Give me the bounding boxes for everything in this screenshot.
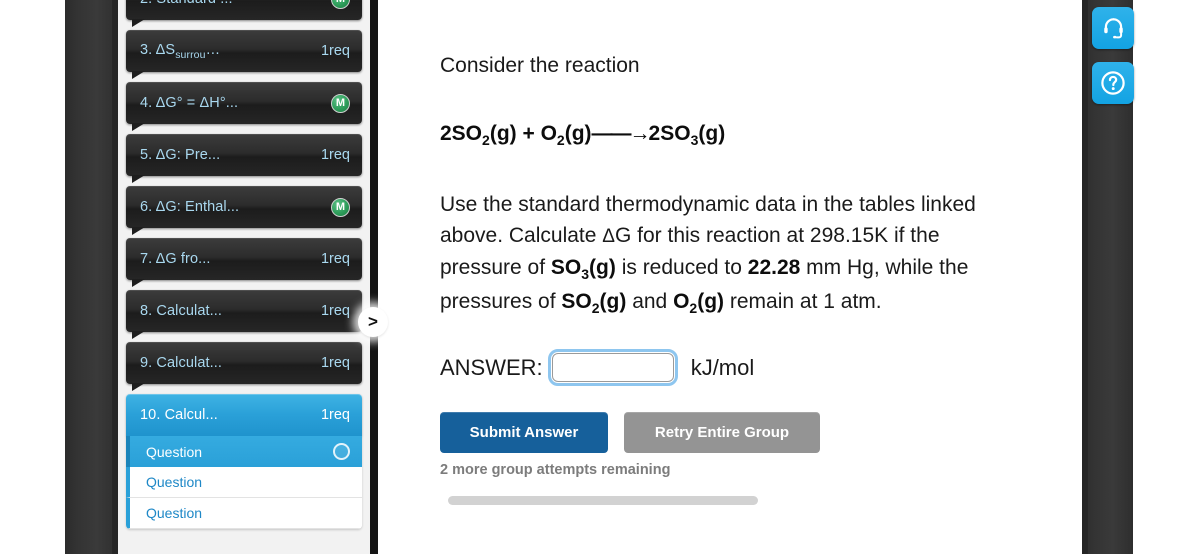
answer-unit: kJ/mol — [690, 354, 755, 380]
mastery-m-icon: M — [331, 0, 350, 9]
question-content-panel: Consider the reaction 2SO2(g) + O2(g)——→… — [378, 0, 1060, 554]
sidebar-item-label: 9. Calculat... — [140, 355, 222, 371]
left-chrome-rail — [65, 0, 118, 554]
mastery-badge-icon: M — [331, 93, 350, 113]
sidebar-item-2[interactable]: 2. Standard ... M — [126, 0, 362, 27]
sidebar-sub-item-1[interactable]: Question — [126, 436, 362, 467]
sidebar-item-10[interactable]: 10. Calcul... 1req — [126, 394, 362, 443]
sidebar-item-label: 2. Standard ... — [140, 0, 233, 7]
right-rail-edge — [1082, 0, 1088, 554]
chemical-equation: 2SO2(g) + O2(g)——→2SO3(g) — [440, 122, 726, 149]
retry-entire-group-button[interactable]: Retry Entire Group — [624, 412, 820, 454]
required-count-label: 1req — [320, 147, 350, 163]
question-list-sidebar[interactable]: 2. Standard ... M 3. ΔSsurrou… 1req 4. ΔG° =… — [118, 0, 370, 554]
support-headset-button[interactable] — [1092, 7, 1134, 49]
required-count-label: 1req — [320, 303, 350, 319]
sidebar-sub-item-label: Question — [146, 443, 203, 460]
mastery-m-icon: M — [331, 197, 350, 217]
question-page: 2. Standard ... M 3. ΔSsurrou… 1req 4. ΔG° =… — [0, 0, 1200, 554]
sidebar-item-label: 6. ΔG: Enthal... — [140, 199, 240, 215]
sidebar-item-label: 7. ΔG fro... — [140, 251, 211, 267]
sidebar-sub-item-label: Question — [146, 474, 203, 490]
action-button-row: Submit Answer Retry Entire Group — [440, 412, 1060, 454]
sidebar-sub-item-label: Question — [146, 505, 203, 521]
sidebar-sub-item-status — [333, 443, 350, 460]
sidebar-item-3[interactable]: 3. ΔSsurrou… 1req — [126, 30, 362, 79]
help-question-button[interactable] — [1092, 62, 1134, 104]
sidebar-item-label: 5. ΔG: Pre... — [140, 147, 221, 163]
mastery-m-icon: M — [331, 93, 350, 113]
required-count-label: 1req — [320, 43, 350, 59]
sidebar-item-label: 3. ΔSsurrou… — [140, 41, 221, 61]
sidebar-sub-item-2[interactable]: Question — [126, 467, 362, 498]
answer-input[interactable] — [547, 349, 678, 387]
answer-row: ANSWER: kJ/mol — [440, 349, 1060, 387]
horizontal-scrollbar[interactable] — [448, 496, 758, 506]
question-nav-list: 2. Standard ... M 3. ΔSsurrou… 1req 4. ΔG° =… — [126, 0, 362, 443]
in-progress-ring-icon — [333, 443, 350, 460]
sidebar-item-6[interactable]: 6. ΔG: Enthal... M — [126, 186, 362, 235]
required-count-label: 1req — [320, 251, 350, 267]
sidebar-sub-item-3[interactable]: Question — [126, 498, 362, 529]
sidebar-item-label: 10. Calcul... — [140, 407, 218, 423]
sidebar-item-8[interactable]: 8. Calculat... 1req — [126, 290, 362, 339]
required-count-label: 1req — [320, 355, 350, 371]
sidebar-item-label: 8. Calculat... — [140, 303, 222, 319]
sidebar-item-label: 4. ΔG° = ΔH°... — [140, 95, 239, 111]
mastery-badge-icon: M — [331, 0, 350, 9]
mastery-badge-icon: M — [331, 197, 350, 217]
sidebar-item-9[interactable]: 9. Calculat... 1req — [126, 342, 362, 391]
question-body: Use the standard thermodynamic data in t… — [440, 192, 976, 316]
sidebar-item-7[interactable]: 7. ΔG fro... 1req — [126, 238, 362, 287]
attempts-remaining-text: 2 more group attempts remaining — [440, 462, 671, 479]
answer-label: ANSWER: — [440, 354, 543, 380]
required-count-label: 1req — [320, 407, 350, 423]
submit-answer-button[interactable]: Submit Answer — [440, 412, 608, 454]
sidebar-item-5[interactable]: 5. ΔG: Pre... 1req — [126, 134, 362, 183]
sidebar-collapse-toggle[interactable]: > — [358, 307, 388, 337]
sidebar-item-4[interactable]: 4. ΔG° = ΔH°... M — [126, 82, 362, 131]
question-intro: Consider the reaction — [440, 54, 640, 77]
sidebar-divider — [370, 0, 378, 554]
headset-icon — [1103, 17, 1123, 38]
question-mark-icon — [1101, 71, 1125, 95]
question-sub-list: Question Question Question — [126, 436, 362, 529]
